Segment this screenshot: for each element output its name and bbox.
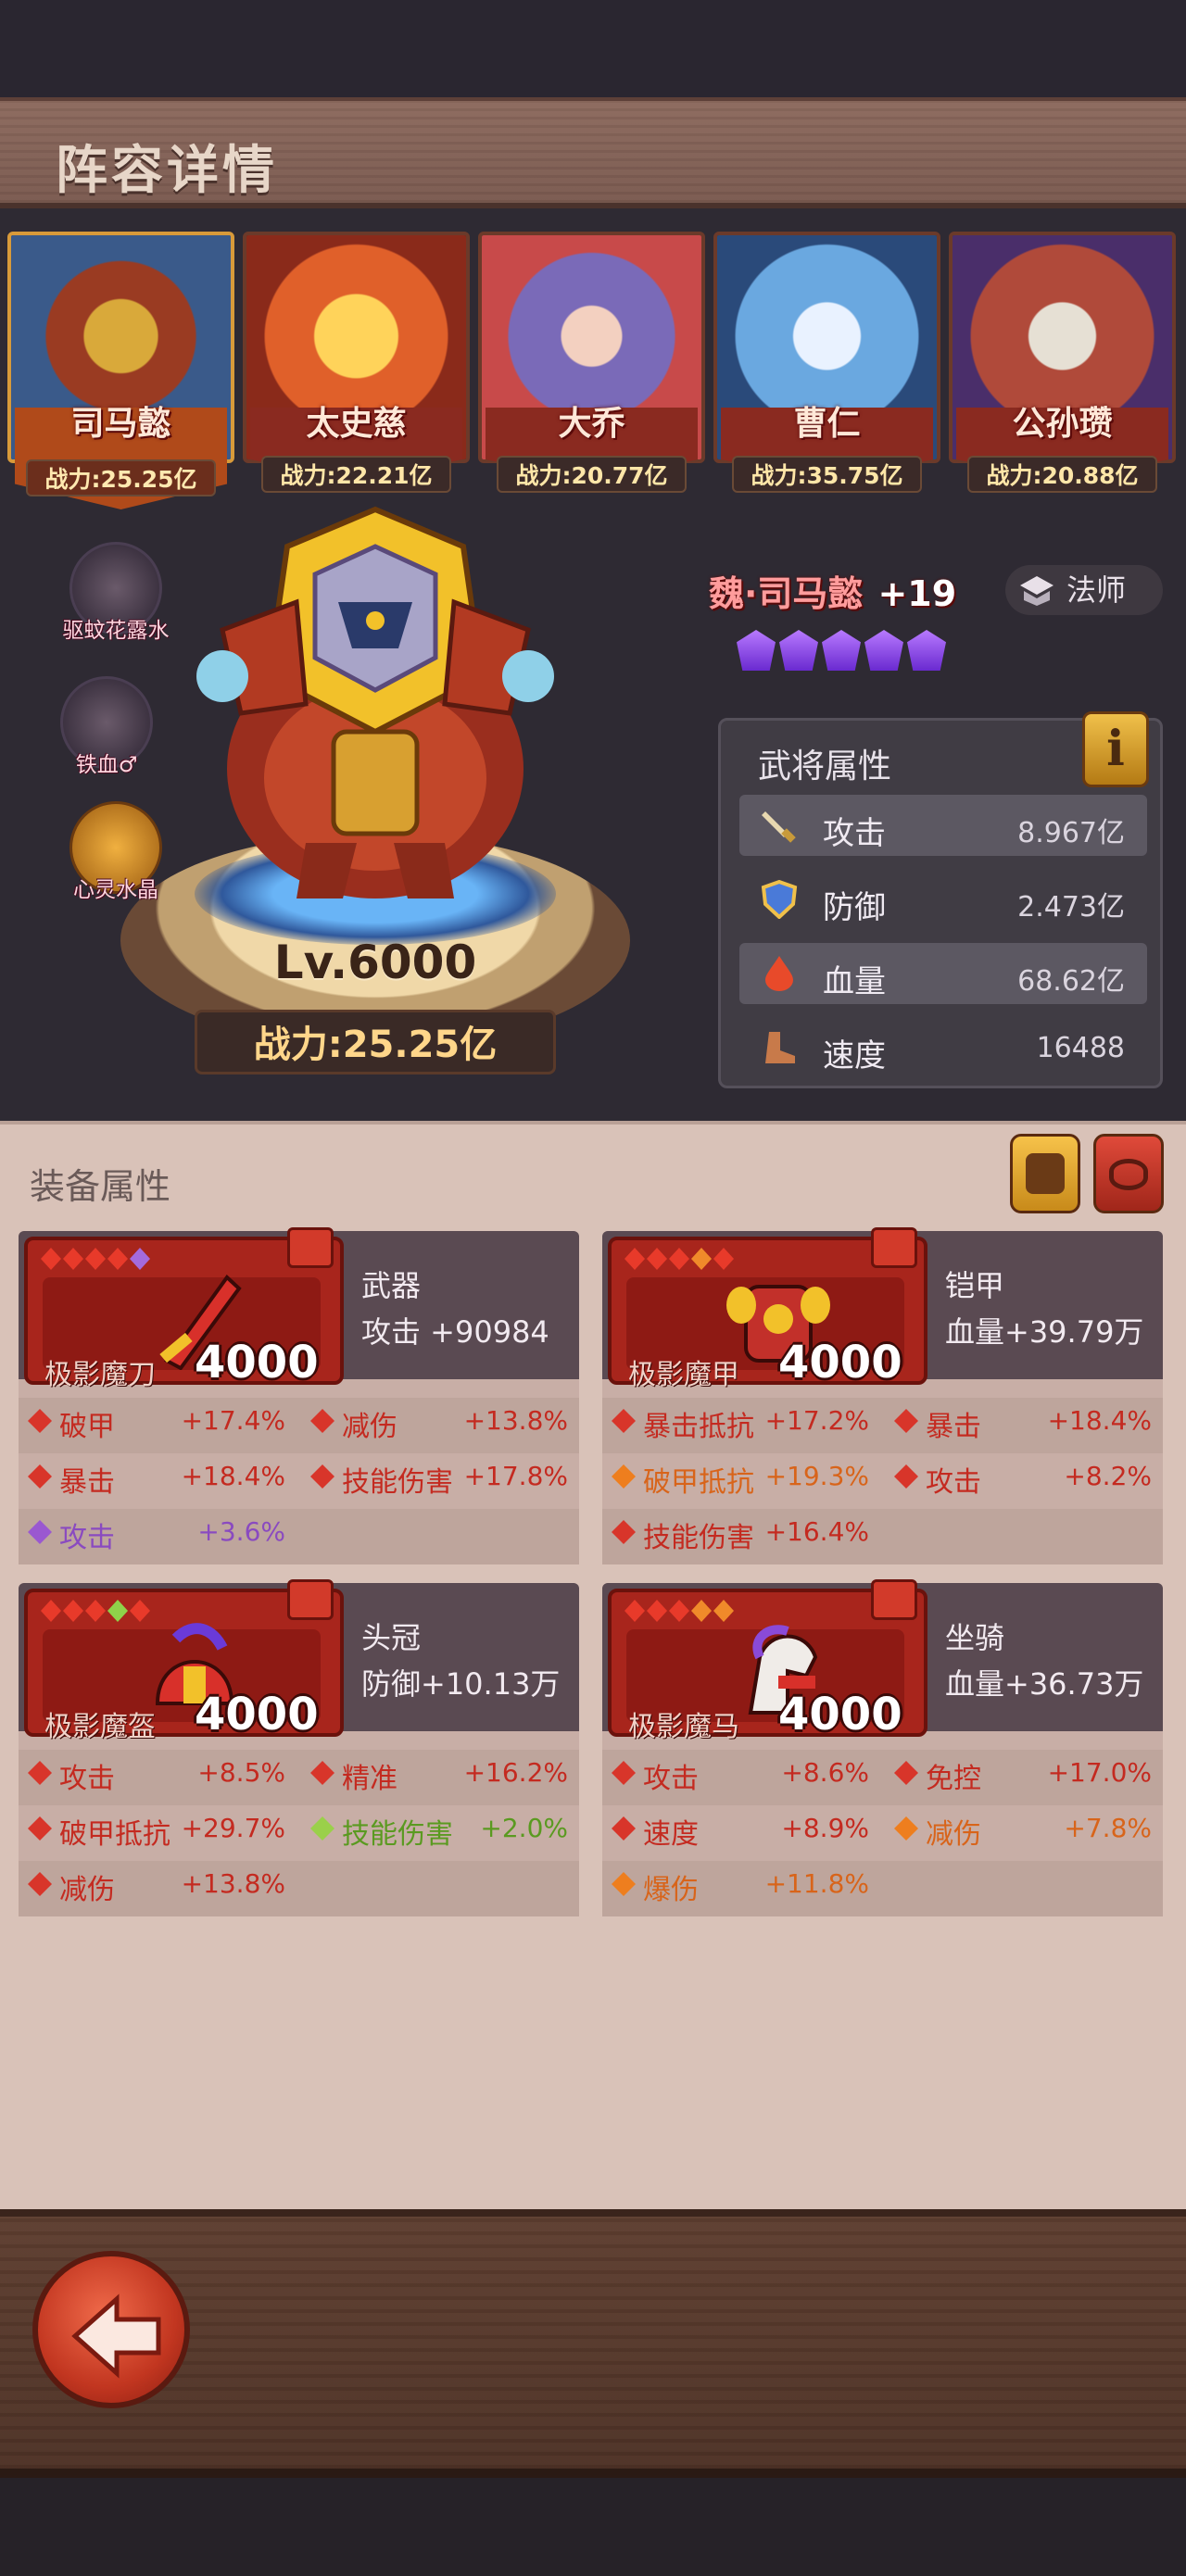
attribute-title: 武将属性 [758,748,892,785]
sword-icon [762,811,796,843]
team-hero-card[interactable]: 司马懿 战力:25.25亿 [7,232,234,509]
equip-stat: 免控 +17.0% [885,1755,1163,1795]
side-item-fish[interactable]: 铁血♂ [46,676,167,778]
hero-card-name: 公孙瓒 [1012,405,1113,443]
star-icon [779,630,818,671]
attribute-panel: 武将属性 i 攻击 8.967亿 防御 2.473亿 血量 68.62亿 速度 … [718,711,1163,1088]
side-item-bottle[interactable]: 驱蚊花露水 [56,542,176,644]
equip-stat: 技能伤害 +16.4% [602,1514,880,1554]
star-icon [864,630,903,671]
hero-stars [737,630,959,676]
equip-stat: 暴击 +18.4% [885,1403,1163,1443]
eye-toggle-button[interactable] [1093,1134,1164,1213]
back-button[interactable] [32,2251,190,2408]
equip-stat: 减伤 +13.8% [19,1866,296,1906]
shield-icon [761,880,798,919]
hero-card-name: 曹仁 [793,405,861,443]
equip-stat: 破甲抵抗 +29.7% [19,1811,296,1851]
equipment-card-armor[interactable]: 极影魔甲 4000 铠甲 血量+39.79万 暴击抵抗 +17.2% 暴击 +18.… [602,1227,1163,1564]
header-bar: 阵容详情 [0,97,1186,208]
attr-row-speed: 速度 16488 [739,1017,1147,1078]
ribbon-icon [871,1227,917,1268]
equip-stat: 攻击 +3.6% [19,1514,296,1554]
equip-stat: 攻击 +8.6% [602,1755,880,1795]
ribbon-icon [871,1579,917,1620]
back-arrow-icon [71,2293,161,2379]
star-icon [907,630,946,671]
hero-card-power: 战力:22.21亿 [261,456,451,493]
hero-power: 战力:25.25亿 [195,1010,556,1074]
team-strip: 司马懿 战力:25.25亿 太史慈 战力:22.21亿 大乔 战力:20.77亿… [0,213,1186,528]
hero-card-name: 司马懿 [70,405,171,443]
equip-stat: 技能伤害 +17.8% [301,1459,579,1499]
equip-stat: 速度 +8.9% [602,1811,880,1851]
hero-level: Lv.6000 [273,936,477,989]
hero-full-name: 魏·司马懿 +19 [709,573,957,614]
equip-stat: 攻击 +8.2% [885,1459,1163,1499]
class-badge: 法师 [1005,565,1163,615]
face-icon [1026,1153,1065,1194]
attr-row-hp: 血量 68.62亿 [739,943,1147,1004]
ribbon-icon [287,1579,334,1620]
team-hero-card[interactable]: 大乔 战力:20.77亿 [478,232,705,509]
equipment-title: 装备属性 [30,1166,171,1207]
hero-card-power: 战力:35.75亿 [732,456,922,493]
equipment-card-helmet[interactable]: 极影魔盔 4000 头冠 防御+10.13万 攻击 +8.5% 精准 +16.2% … [19,1579,579,1916]
equipment-gems [41,1248,152,1272]
equipment-card-weapon[interactable]: 极影魔刀 4000 武器 攻击 +90984 破甲 +17.4% 减伤 +13.8%… [19,1227,579,1564]
blood-drop-icon [765,956,793,991]
hero-card-power: 战力:20.88亿 [967,456,1157,493]
equipment-gems [625,1600,736,1624]
game-screen: 189035361|12772|fba4|28 阵容详情 司马懿 战力:25.2… [0,0,1186,2576]
mage-book-icon [1020,576,1054,606]
equip-stat: 破甲 +17.4% [19,1403,296,1443]
equip-stat: 精准 +16.2% [301,1755,579,1795]
hero-card-name: 太史慈 [306,405,407,443]
equipment-card-mount[interactable]: 极影魔马 4000 坐骑 血量+36.73万 攻击 +8.6% 免控 +17.0% … [602,1579,1163,1916]
info-button[interactable]: i [1082,711,1149,787]
hero-display: Lv.6000 战力:25.25亿 驱蚊花露水 铁血♂ 心灵水晶 魏·司马懿 +1… [0,500,1186,1121]
team-hero-card[interactable]: 曹仁 战力:35.75亿 [713,232,940,509]
hero-model [196,506,554,898]
eye-icon [1109,1159,1148,1190]
top-strip [0,0,1186,102]
hero-card-name: 大乔 [558,405,625,443]
star-icon [822,630,861,671]
equip-stat: 技能伤害 +2.0% [301,1811,579,1851]
equip-stat: 爆伤 +11.8% [602,1866,880,1906]
bottom-strip [0,2478,1186,2576]
team-hero-card[interactable]: 公孙瓒 战力:20.88亿 [949,232,1176,509]
attr-row-attack: 攻击 8.967亿 [739,795,1147,856]
equip-stat: 减伤 +13.8% [301,1403,579,1443]
equipment-gems [625,1248,736,1272]
ribbon-icon [287,1227,334,1268]
boot-icon [765,1032,795,1063]
equip-stat: 破甲抵抗 +19.3% [602,1459,880,1499]
equip-stat: 暴击 +18.4% [19,1459,296,1499]
side-item-crystal[interactable]: 心灵水晶 [56,801,176,903]
page-title: 阵容详情 [56,141,278,201]
equipment-gems [41,1600,152,1624]
star-icon [737,630,776,671]
equip-stat: 攻击 +8.5% [19,1755,296,1795]
equip-stat: 暴击抵抗 +17.2% [602,1403,880,1443]
team-hero-card[interactable]: 太史慈 战力:22.21亿 [243,232,470,509]
equipment-section: 装备属性 极影魔刀 4000 武器 攻击 +90984 破甲 +17.4% 减伤 +… [0,1121,1186,2209]
face-toggle-button[interactable] [1010,1134,1080,1213]
attr-row-defense: 防御 2.473亿 [739,869,1147,930]
hero-card-power: 战力:20.77亿 [497,456,687,493]
equip-stat: 减伤 +7.8% [885,1811,1163,1851]
